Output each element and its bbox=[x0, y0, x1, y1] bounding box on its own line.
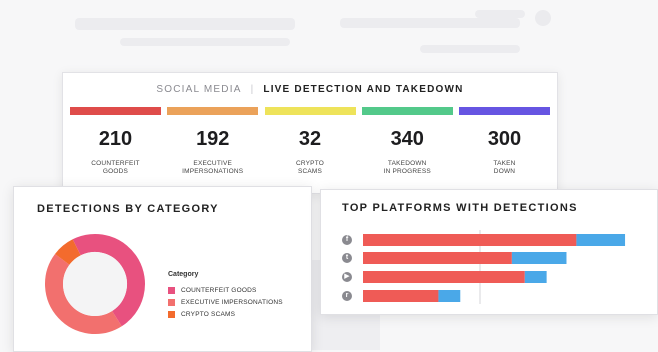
legend-item-counterfeit-goods[interactable]: COUNTERFEIT GOODS bbox=[168, 284, 283, 296]
legend-label: CRYPTO SCAMS bbox=[181, 310, 236, 318]
background-header-bar bbox=[75, 18, 295, 30]
live-detection-header: SOCIAL MEDIA | LIVE DETECTION AND TAKEDOWN bbox=[63, 73, 557, 102]
stat-color-bar bbox=[459, 107, 550, 115]
stat-color-bar bbox=[264, 107, 356, 115]
stat-color-bar bbox=[70, 107, 161, 115]
background-menu-bar bbox=[475, 10, 525, 18]
legend-label: EXECUTIVE IMPERSONATIONS bbox=[181, 298, 283, 306]
stats-row: 210 COUNTERFEIT GOODS 192 EXECUTIVE IMPERS… bbox=[70, 107, 550, 187]
legend-swatch bbox=[168, 310, 175, 318]
stat-takedown-in-progress[interactable]: 340 TAKEDOWN IN PROGRESS bbox=[361, 107, 453, 187]
detections-by-category-card: DETECTIONS BY CATEGORY Category COUNTERF… bbox=[13, 186, 312, 352]
donut-chart bbox=[45, 234, 145, 334]
background-avatar bbox=[535, 10, 551, 26]
stat-crypto-scams[interactable]: 32 CRYPTO SCAMS bbox=[264, 107, 356, 187]
stat-color-bar bbox=[361, 107, 453, 115]
bar-facebook-segment-1[interactable] bbox=[363, 234, 577, 246]
background-subheader-bar bbox=[120, 38, 290, 46]
bar-facebook-segment-2[interactable] bbox=[576, 234, 626, 246]
bar-twitter-segment-1[interactable] bbox=[363, 252, 512, 264]
category-legend: Category COUNTERFEIT GOODS EXECUTIVE IMP… bbox=[168, 271, 283, 320]
legend-label: COUNTERFEIT GOODS bbox=[181, 286, 257, 294]
background-text-bar bbox=[420, 45, 520, 53]
top-platforms-card: TOP PLATFORMS WITH DETECTIONS f t ▶ r bbox=[320, 189, 658, 315]
bar-twitter-segment-2[interactable] bbox=[511, 252, 567, 264]
stat-label: CRYPTO SCAMS bbox=[295, 160, 325, 175]
stat-label: COUNTERFEIT GOODS bbox=[91, 160, 140, 175]
stat-value: 32 bbox=[298, 128, 322, 150]
section-label: SOCIAL MEDIA bbox=[156, 84, 242, 95]
stat-executive-impersonations[interactable]: 192 EXECUTIVE IMPERSONATIONS bbox=[167, 107, 259, 187]
stat-counterfeit-goods[interactable]: 210 COUNTERFEIT GOODS bbox=[70, 107, 161, 187]
bar-reddit-segment-2[interactable] bbox=[438, 290, 461, 302]
legend-swatch bbox=[168, 286, 175, 294]
stat-value: 192 bbox=[196, 128, 230, 150]
header-separator: | bbox=[250, 84, 255, 95]
legend-swatch bbox=[168, 298, 175, 306]
background-toolbar-bar bbox=[340, 18, 520, 28]
bar-reddit-segment-1[interactable] bbox=[363, 290, 439, 302]
detections-title: DETECTIONS BY CATEGORY bbox=[37, 203, 219, 215]
stat-value: 210 bbox=[98, 128, 133, 150]
live-detection-title: LIVE DETECTION AND TAKEDOWN bbox=[263, 84, 464, 95]
stat-label: EXECUTIVE IMPERSONATIONS bbox=[182, 160, 244, 175]
donut-slice-crypto-scams[interactable] bbox=[55, 239, 82, 266]
stat-value: 300 bbox=[487, 128, 522, 150]
stat-label: TAKEDOWN IN PROGRESS bbox=[383, 160, 431, 175]
legend-title: Category bbox=[168, 271, 199, 278]
stat-color-bar bbox=[167, 107, 259, 115]
legend-item-executive-impersonations[interactable]: EXECUTIVE IMPERSONATIONS bbox=[168, 296, 283, 308]
stat-label: TAKEN DOWN bbox=[493, 160, 516, 175]
stat-taken-down[interactable]: 300 TAKEN DOWN bbox=[459, 107, 550, 187]
bar-youtube-segment-2[interactable] bbox=[524, 271, 547, 283]
live-detection-card: SOCIAL MEDIA | LIVE DETECTION AND TAKEDOWN… bbox=[62, 72, 558, 194]
stat-value: 340 bbox=[390, 128, 424, 150]
bar-youtube-segment-1[interactable] bbox=[363, 271, 525, 283]
legend-item-crypto-scams[interactable]: CRYPTO SCAMS bbox=[168, 308, 283, 320]
donut-center bbox=[63, 252, 127, 316]
platforms-bar-chart bbox=[363, 230, 626, 304]
